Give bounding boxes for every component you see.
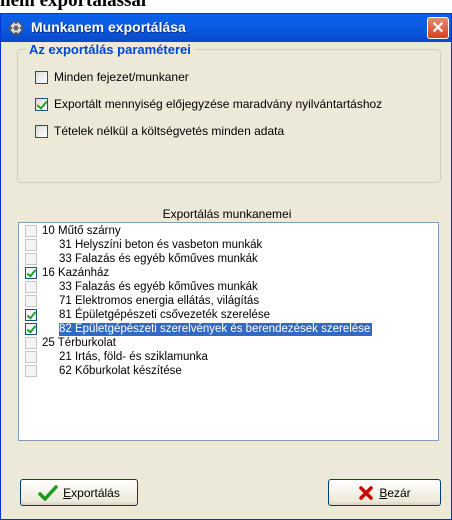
list-item[interactable]: 33 Falazás és egyéb kőműves munkák (19, 281, 438, 294)
list-item[interactable]: 82 Épületgépészeti szerelvények és beren… (19, 323, 438, 336)
list-item-checkbox[interactable] (25, 239, 37, 251)
background-caption: nem exportálással (0, 0, 147, 11)
option-all-chapters[interactable]: Minden fejezet/munkaner (35, 70, 189, 84)
list-item-checkbox[interactable] (25, 323, 37, 335)
list-item-checkbox[interactable] (25, 351, 37, 363)
list-item[interactable]: 31 Helyszíni beton és vasbeton munkák (19, 239, 438, 252)
export-dialog: Munkanem exportálása ✕ Az exportálás par… (0, 13, 452, 520)
work-type-list[interactable]: 10 Műtő szárny 31 Helyszíni beton és vasb… (18, 222, 439, 441)
list-item-checkbox[interactable] (25, 225, 37, 237)
list-item-label: 33 Falazás és egyéb kőműves munkák (59, 281, 258, 293)
list-caption: Exportálás munkanemei (162, 207, 292, 221)
option-label: Exportált mennyiség előjegyzése maradván… (54, 97, 383, 111)
option-budget-without-items[interactable]: Tételek nélkül a költségvetés minden ada… (35, 124, 284, 138)
list-item-checkbox[interactable] (25, 267, 37, 279)
export-button[interactable]: Exportálás (20, 479, 138, 506)
list-item[interactable]: 10 Műtő szárny (19, 225, 438, 238)
export-button-label: Exportálás (63, 485, 120, 500)
list-item[interactable]: 16 Kazánház (19, 267, 438, 280)
export-parameters-group: Az exportálás paraméterei Minden fejezet… (17, 42, 441, 183)
list-item-label: 25 Térburkolat (42, 337, 116, 349)
list-item[interactable]: 33 Falazás és egyéb kőműves munkák (19, 253, 438, 266)
list-item-label: 81 Épületgépészeti csővezeték szerelése (59, 309, 270, 321)
option-record-remainder[interactable]: Exportált mennyiség előjegyzése maradván… (35, 97, 382, 111)
option-label: Minden fejezet/munkaner (54, 70, 189, 84)
list-item-label: 82 Épületgépészeti szerelvények és beren… (59, 323, 373, 336)
list-item[interactable]: 71 Elektromos energia ellátás, világítás (19, 295, 438, 308)
list-item[interactable]: 25 Térburkolat (19, 337, 438, 350)
list-item-checkbox[interactable] (25, 253, 37, 265)
group-legend: Az exportálás paraméterei (26, 42, 194, 57)
list-item[interactable]: 62 Kőburkolat készítése (19, 365, 438, 378)
option-label: Tételek nélkül a költségvetés minden ada… (54, 124, 285, 138)
list-item-checkbox[interactable] (25, 281, 37, 293)
checkbox[interactable] (35, 70, 48, 84)
list-item[interactable]: 81 Épületgépészeti csővezeték szerelése (19, 309, 438, 322)
checkbox[interactable] (35, 97, 48, 111)
list-item-checkbox[interactable] (25, 295, 37, 307)
app-icon (8, 20, 24, 36)
list-item-label: 21 Irtás, föld- és sziklamunka (59, 351, 208, 363)
close-button-label: Bezár (379, 485, 411, 500)
list-item-label: 31 Helyszíni beton és vasbeton munkák (59, 239, 263, 251)
close-window-button[interactable]: ✕ (427, 17, 449, 39)
list-item-checkbox[interactable] (25, 337, 37, 349)
close-icon: ✕ (431, 20, 445, 37)
list-item-checkbox[interactable] (25, 309, 37, 321)
checkbox[interactable] (35, 124, 48, 138)
list-item-checkbox[interactable] (25, 365, 37, 377)
close-button[interactable]: Bezár (328, 479, 441, 506)
list-item-label: 62 Kőburkolat készítése (59, 365, 182, 377)
list-item[interactable]: 21 Irtás, föld- és sziklamunka (19, 351, 438, 364)
title-bar[interactable]: Munkanem exportálása ✕ (1, 14, 451, 42)
list-item-label: 10 Műtő szárny (42, 225, 121, 237)
x-icon (359, 485, 374, 500)
checkmark-icon (38, 484, 58, 501)
list-item-label: 16 Kazánház (42, 267, 110, 279)
window-title: Munkanem exportálása (31, 19, 186, 35)
list-item-label: 71 Elektromos energia ellátás, világítás (59, 295, 260, 307)
list-item-label: 33 Falazás és egyéb kőműves munkák (59, 253, 258, 265)
